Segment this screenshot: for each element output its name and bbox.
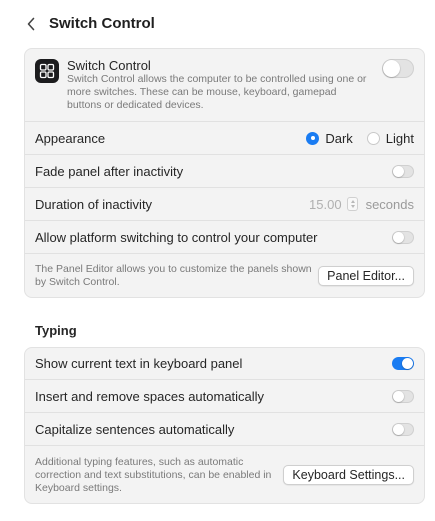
typing-section-title: Typing — [35, 323, 77, 338]
duration-row: Duration of inactivity 15.00 seconds — [25, 188, 424, 221]
duration-field: 15.00 seconds — [309, 197, 414, 212]
platform-switching-row: Allow platform switching to control your… — [25, 221, 424, 254]
toggle-knob — [393, 231, 404, 243]
spaces-label: Insert and remove spaces automatically — [35, 388, 265, 404]
switch-control-row: Switch Control Switch Control allows the… — [25, 49, 424, 122]
keyboard-settings-button[interactable]: Keyboard Settings... — [283, 465, 414, 485]
chevron-left-icon — [27, 17, 35, 31]
typing-card: Show current text in keyboard panel Inse… — [24, 347, 425, 504]
platform-switching-toggle[interactable] — [392, 230, 414, 244]
panel-editor-button[interactable]: Panel Editor... — [318, 266, 414, 286]
settings-page: Switch Control Switch Control Switch Con… — [0, 0, 435, 521]
spaces-toggle[interactable] — [392, 389, 414, 403]
switch-control-title: Switch Control — [67, 58, 151, 73]
show-text-toggle[interactable] — [392, 357, 414, 370]
capitalize-row: Capitalize sentences automatically — [25, 413, 424, 446]
switch-control-app-icon — [35, 59, 59, 83]
capitalize-toggle[interactable] — [392, 422, 414, 436]
switch-grid-icon — [39, 63, 55, 79]
platform-switching-label: Allow platform switching to control your… — [35, 229, 318, 245]
appearance-label: Appearance — [35, 130, 106, 146]
spaces-row: Insert and remove spaces automatically — [25, 380, 424, 413]
toggle-knob — [402, 358, 413, 369]
panel-editor-note: The Panel Editor allows you to customize… — [35, 263, 312, 288]
toggle-knob — [393, 423, 404, 435]
appearance-row: Appearance Dark Light — [25, 122, 424, 155]
fade-panel-row: Fade panel after inactivity — [25, 155, 424, 188]
radio-light[interactable] — [366, 131, 380, 145]
switch-control-description: Switch Control allows the computer to be… — [67, 73, 367, 111]
switch-control-toggle[interactable] — [382, 59, 414, 78]
show-text-row: Show current text in keyboard panel — [25, 348, 424, 380]
toggle-knob — [393, 390, 404, 402]
fade-panel-toggle[interactable] — [392, 164, 414, 178]
keyboard-settings-note: Additional typing features, such as auto… — [35, 455, 272, 494]
radio-dark[interactable] — [306, 131, 320, 145]
keyboard-settings-row: Additional typing features, such as auto… — [25, 446, 424, 504]
duration-value[interactable]: 15.00 — [309, 197, 342, 212]
appearance-radio-group: Dark Light — [306, 131, 414, 146]
back-button[interactable] — [22, 14, 40, 34]
header: Switch Control — [0, 0, 435, 48]
duration-label: Duration of inactivity — [35, 196, 153, 212]
radio-light-label[interactable]: Light — [386, 131, 414, 146]
toggle-knob — [393, 165, 404, 177]
capitalize-label: Capitalize sentences automatically — [35, 421, 235, 437]
fade-panel-label: Fade panel after inactivity — [35, 163, 184, 179]
radio-dark-label[interactable]: Dark — [325, 131, 352, 146]
switch-control-card: Switch Control Switch Control allows the… — [24, 48, 425, 298]
duration-stepper[interactable] — [346, 197, 358, 211]
panel-editor-row: The Panel Editor allows you to customize… — [25, 254, 424, 298]
page-title: Switch Control — [49, 15, 155, 32]
show-text-label: Show current text in keyboard panel — [35, 356, 243, 371]
duration-unit: seconds — [365, 196, 414, 212]
toggle-knob — [383, 60, 400, 77]
